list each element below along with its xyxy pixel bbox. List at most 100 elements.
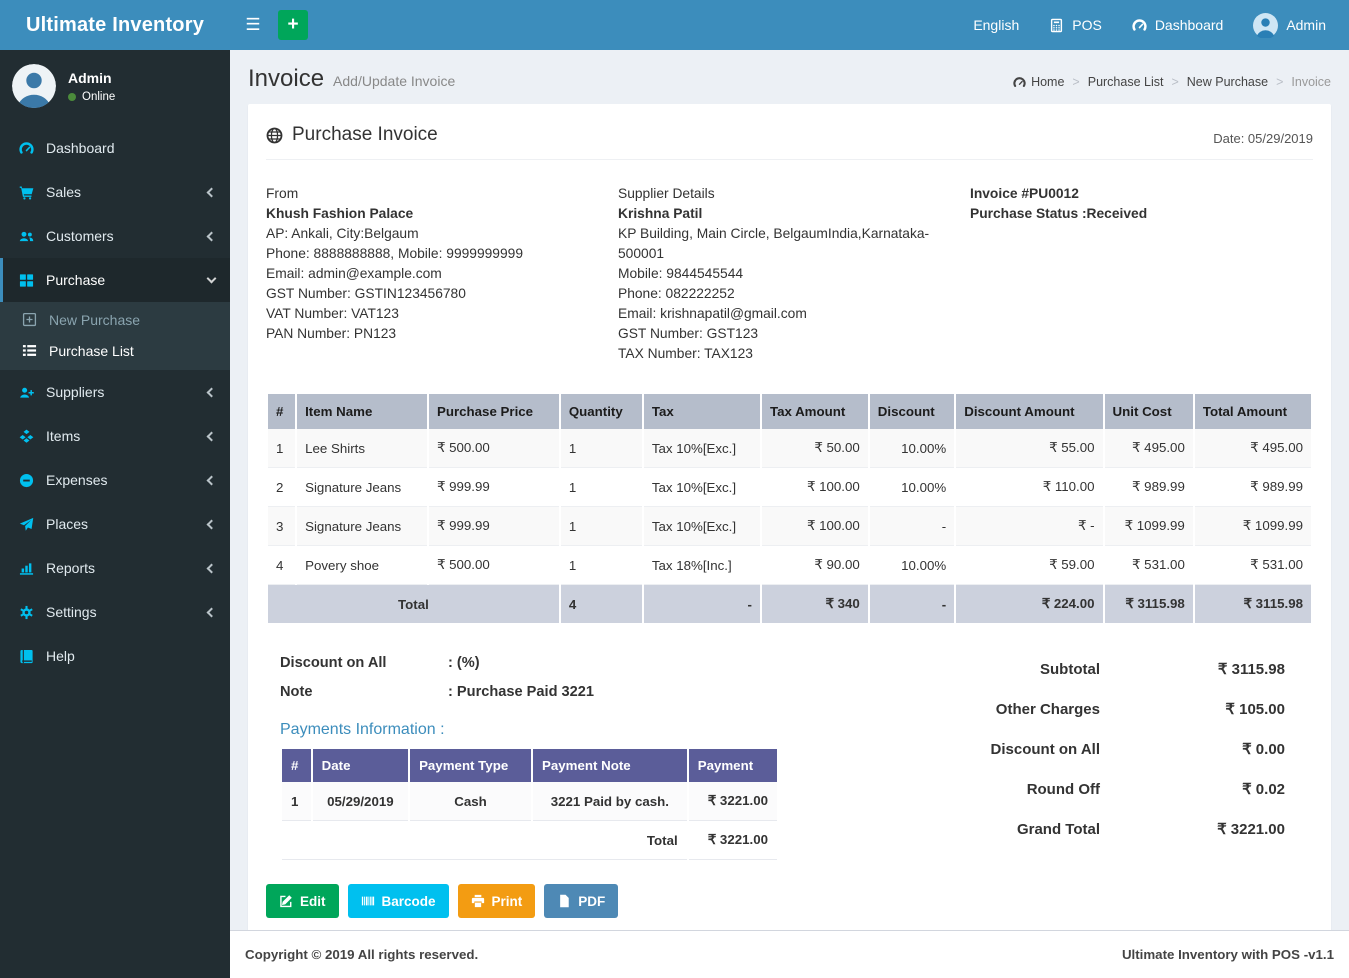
brand-logo[interactable]: Ultimate Inventory [0, 0, 230, 50]
breadcrumb-item-invoice: Invoice [1291, 75, 1331, 89]
invoice-card: Purchase Invoice Date: 05/29/2019 From K… [248, 104, 1331, 930]
edit-button[interactable]: Edit [266, 884, 339, 918]
sidebar-item-suppliers[interactable]: Suppliers [0, 370, 230, 414]
menu-toggle-icon[interactable]: ☰ [230, 0, 276, 50]
nav-item-label: POS [1072, 17, 1102, 33]
payments-total-row: Total ₹ 3221.00 [282, 821, 777, 860]
items-cell: 1 [560, 468, 642, 507]
items-col-num: # [268, 394, 296, 429]
items-cell: 1 [560, 429, 642, 468]
page-subtitle: Add/Update Invoice [333, 73, 456, 89]
sidebar-subitem-label: Purchase List [49, 342, 134, 359]
supplier-block: Supplier Details Krishna Patil KP Buildi… [618, 184, 970, 364]
note-label: Note [280, 684, 313, 700]
online-dot-icon [68, 92, 76, 101]
discount-on-all-label: Discount on All [280, 655, 387, 671]
items-cell: ₹ - [956, 507, 1103, 546]
page-title: Invoice Add/Update Invoice [248, 65, 456, 92]
nav-item-pos[interactable]: POS [1034, 0, 1117, 50]
payments-total-value: ₹ 3221.00 [688, 821, 777, 860]
breadcrumb-item-new-purchase[interactable]: New Purchase [1187, 75, 1268, 89]
items-cell: - [869, 507, 955, 546]
nav-item-dashboard[interactable]: Dashboard [1117, 0, 1239, 50]
chart-icon [15, 561, 37, 576]
print-button[interactable]: Print [457, 884, 536, 918]
items-col-purchase-price: Purchase Price [428, 394, 559, 429]
payments-cell: 05/29/2019 [312, 782, 409, 821]
payments-col-payment-note: Payment Note [532, 749, 687, 782]
items-cell: ₹ 50.00 [761, 429, 868, 468]
globe-icon [266, 127, 283, 144]
pdf-button[interactable]: PDF [544, 884, 619, 918]
sidebar-item-settings[interactable]: Settings [0, 590, 230, 634]
chevron-left-icon [206, 563, 217, 573]
payments-cell: 3221 Paid by cash. [532, 782, 687, 821]
user-status: Online [68, 91, 115, 103]
grid-icon [15, 273, 37, 288]
sidebar-item-places[interactable]: Places [0, 502, 230, 546]
sidebar-item-label: Reports [46, 560, 96, 576]
sidebar-submenu: New Purchase Purchase List [0, 302, 230, 370]
breadcrumb-label: Invoice [1291, 75, 1331, 89]
items-col-total-amount: Total Amount [1194, 394, 1311, 429]
barcode-icon [361, 894, 375, 908]
items-cell: 10.00% [869, 429, 955, 468]
summary-row-grand-total: Grand Total ₹ 3221.00 [893, 809, 1285, 849]
breadcrumb-item-purchase-list[interactable]: Purchase List [1088, 75, 1164, 89]
breadcrumb-label: Home [1031, 75, 1065, 89]
items-cell: Povery shoe [297, 546, 427, 585]
user-avatar-icon [1253, 12, 1279, 38]
items-total-label: Total [268, 585, 559, 623]
summary-label: Round Off [1026, 780, 1100, 798]
payments-col-payment: Payment [688, 749, 777, 782]
items-total-row: Total 4- ₹ 340- ₹ 224.00 ₹ 3115.98 ₹ 3115.98 [268, 585, 1311, 623]
sidebar-item-label: Items [46, 428, 81, 444]
sidebar-item-expenses[interactable]: Expenses [0, 458, 230, 502]
sidebar-item-reports[interactable]: Reports [0, 546, 230, 590]
payments-col-date: Date [312, 749, 409, 782]
breadcrumb: Home > Purchase List > New Purchase > Invoice [1013, 75, 1331, 89]
info-line: PAN Number: PN123 [266, 326, 397, 341]
sidebar-item-sales[interactable]: Sales [0, 170, 230, 214]
sidebar-item-purchase-list[interactable]: Purchase List [0, 335, 230, 366]
sidebar-item-help[interactable]: Help [0, 634, 230, 678]
items-cell: ₹ 495.00 [1194, 429, 1311, 468]
items-cell: ₹ 1099.99 [1104, 507, 1193, 546]
sidebar-item-customers[interactable]: Customers [0, 214, 230, 258]
items-cell: 3 [268, 507, 296, 546]
sidebar-item-items[interactable]: Items [0, 414, 230, 458]
nav-item-admin[interactable]: Admin [1238, 0, 1341, 50]
info-line: GST Number: GST123 [618, 326, 759, 341]
breadcrumb-item-home[interactable]: Home [1013, 75, 1064, 89]
button-label: Edit [300, 893, 326, 909]
users-icon [15, 229, 37, 244]
barcode-button[interactable]: Barcode [347, 884, 449, 918]
info-line: Email: admin@example.com [266, 266, 442, 281]
items-cell: ₹ 531.00 [1104, 546, 1193, 585]
supplier-heading: Supplier Details [618, 186, 715, 201]
content: Invoice Add/Update Invoice Home > Purchase … [230, 50, 1349, 930]
sidebar-item-label: Purchase [46, 272, 106, 288]
user-plus-icon [15, 385, 37, 400]
sidebar-item-dashboard[interactable]: Dashboard [0, 126, 230, 170]
sidebar-item-new-purchase[interactable]: New Purchase [0, 304, 230, 335]
items-cell: ₹ 531.00 [1194, 546, 1311, 585]
nav-item-label: Dashboard [1154, 17, 1224, 33]
nav-item-english[interactable]: English [958, 0, 1034, 50]
navbar-right: English POS Dashboard Admin [958, 0, 1349, 50]
items-col-tax-amount: Tax Amount [761, 394, 868, 429]
sidebar-item-label: Expenses [46, 472, 108, 488]
gauge-icon [15, 141, 37, 156]
items-cell: Signature Jeans [297, 507, 427, 546]
info-line: VAT Number: VAT123 [266, 306, 399, 321]
summary-row-other-charges: Other Charges ₹ 105.00 [893, 689, 1285, 729]
items-table: # Item Name Purchase Price Quantity Tax Tax A… [266, 394, 1313, 623]
chevron-left-icon [206, 475, 217, 485]
quick-add-button[interactable]: + [278, 10, 308, 40]
note-value: : Purchase Paid 3221 [448, 684, 595, 700]
summary-row-round-off: Round Off ₹ 0.02 [893, 769, 1285, 809]
items-cell: ₹ 1099.99 [1194, 507, 1311, 546]
footer: Copyright © 2019 All rights reserved. Ul… [230, 930, 1349, 978]
sidebar-item-purchase[interactable]: Purchase [0, 258, 230, 302]
send-icon [15, 517, 37, 532]
